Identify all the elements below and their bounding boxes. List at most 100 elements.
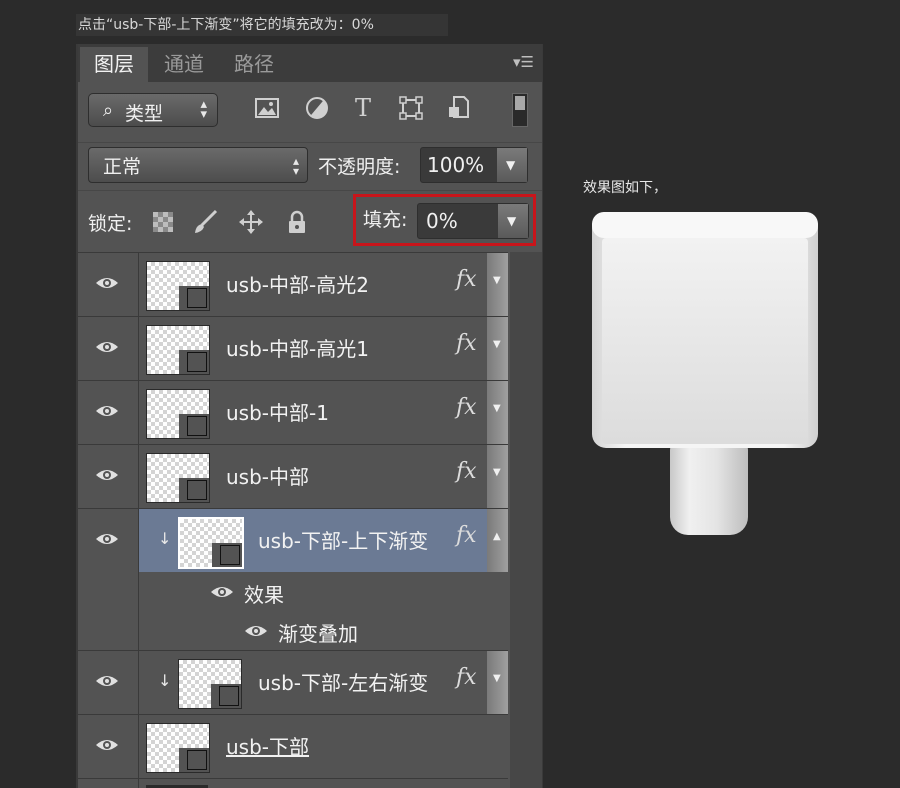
layer-row[interactable]: usb-中部-高光1 fx ▼ xyxy=(78,316,508,380)
lock-all-icon[interactable] xyxy=(284,209,310,235)
layer-name: usb-下部-左右渐变 xyxy=(258,671,429,695)
chevron-up-icon: ▲ xyxy=(493,531,501,542)
opacity-field[interactable]: 100% ▼ xyxy=(420,147,528,183)
visibility-toggle[interactable] xyxy=(78,715,139,778)
chevron-down-icon: ▼ xyxy=(507,214,517,228)
shape-filter-icon[interactable] xyxy=(398,95,424,121)
fx-icon[interactable]: fx xyxy=(456,665,477,690)
filter-toggle-switch[interactable] xyxy=(512,93,528,127)
lock-position-icon[interactable] xyxy=(238,209,264,235)
fill-value: 0% xyxy=(426,209,458,233)
opacity-label: 不透明度: xyxy=(318,156,401,178)
expand-effects-button[interactable]: ▼ xyxy=(487,445,508,508)
expand-effects-button[interactable]: ▼ xyxy=(487,651,508,714)
updown-arrow-icon: ▴ ▾ xyxy=(292,154,299,178)
filter-kind-label: 类型 xyxy=(125,103,164,125)
usb-preview-image xyxy=(592,212,818,535)
chevron-down-icon: ▼ xyxy=(493,275,501,286)
eye-icon[interactable] xyxy=(244,623,268,639)
layer-thumbnail xyxy=(178,517,244,569)
blend-mode-label: 正常 xyxy=(103,156,142,178)
layer-name: usb-中部 xyxy=(226,465,310,489)
visibility-toggle[interactable] xyxy=(78,317,139,380)
smart-object-filter-icon[interactable] xyxy=(446,94,472,120)
layers-panel: 图层 通道 路径 ▾☰ ⌕ 类型 ▴ ▾ T 正常 ▴ ▾ 不透明度: 100%… xyxy=(76,44,543,788)
tab-channels[interactable]: 通道 xyxy=(152,47,216,82)
layer-name: usb-中部-高光1 xyxy=(226,337,369,361)
fill-field[interactable]: 0% ▼ xyxy=(417,203,529,239)
blend-mode-select[interactable]: 正常 ▴ ▾ xyxy=(88,147,308,183)
fill-label: 填充: xyxy=(363,209,408,231)
layer-thumbnail xyxy=(146,453,210,503)
tab-paths[interactable]: 路径 xyxy=(222,47,286,82)
type-filter-icon[interactable]: T xyxy=(350,94,376,120)
search-icon: ⌕ xyxy=(103,100,114,121)
layer-thumbnail xyxy=(146,389,210,439)
effect-item-label: 渐变叠加 xyxy=(278,622,358,646)
preview-label: 效果图如下， xyxy=(583,180,667,196)
instruction-text: 点击“usb-下部-上下渐变”将它的填充改为：0% xyxy=(76,14,448,36)
svg-text:T: T xyxy=(355,94,371,120)
adjustment-filter-icon[interactable] xyxy=(304,95,330,121)
layer-row[interactable]: usb-中部-1 fx ▼ xyxy=(78,380,508,444)
lock-image-icon[interactable] xyxy=(192,209,218,235)
effects-label: 效果 xyxy=(244,583,284,607)
eye-icon xyxy=(96,278,118,288)
fx-icon[interactable]: fx xyxy=(456,331,477,356)
chevron-down-icon: ▼ xyxy=(493,403,501,414)
expand-effects-button[interactable]: ▼ xyxy=(487,317,508,380)
collapse-effects-button[interactable]: ▲ xyxy=(487,509,508,572)
lock-transparent-icon[interactable] xyxy=(150,209,176,235)
fx-icon[interactable]: fx xyxy=(456,267,477,292)
eye-icon xyxy=(96,342,118,352)
fx-icon[interactable]: fx xyxy=(456,395,477,420)
layer-row[interactable]: usb-下部 xyxy=(78,714,508,778)
effects-row[interactable]: 效果 xyxy=(138,572,508,611)
visibility-toggle[interactable] xyxy=(78,779,139,788)
layer-thumbnail xyxy=(146,325,210,375)
eye-icon xyxy=(96,534,118,544)
blend-row: 正常 ▴ ▾ 不透明度: 100% ▼ xyxy=(78,142,542,191)
layer-row[interactable]: usb-中部-高光2 fx ▼ xyxy=(78,252,508,316)
visibility-toggle[interactable] xyxy=(78,445,139,508)
clipping-mask-icon: ↓ xyxy=(158,671,172,690)
shape-layer-icon xyxy=(187,750,207,770)
visibility-toggle[interactable] xyxy=(78,651,139,714)
panel-menu-icon[interactable]: ▾☰ xyxy=(506,52,534,72)
shape-layer-icon xyxy=(187,288,207,308)
eye-icon xyxy=(96,676,118,686)
clipping-mask-icon: ↓ xyxy=(158,529,172,548)
layer-name: usb-中部-高光2 xyxy=(226,273,369,297)
visibility-toggle[interactable] xyxy=(78,253,139,316)
chevron-down-icon: ▼ xyxy=(506,158,516,172)
image-filter-icon[interactable] xyxy=(254,95,280,121)
chevron-down-icon: ▼ xyxy=(493,339,501,350)
layer-row-partial[interactable] xyxy=(78,778,508,788)
visibility-toggle[interactable] xyxy=(78,509,139,572)
chevron-down-icon: ▼ xyxy=(493,467,501,478)
eye-icon xyxy=(96,740,118,750)
eye-icon xyxy=(96,406,118,416)
effect-item-row[interactable]: 渐变叠加 xyxy=(138,611,508,650)
opacity-dropdown-button[interactable]: ▼ xyxy=(497,148,527,182)
tab-layers[interactable]: 图层 xyxy=(80,47,148,82)
shape-layer-icon xyxy=(187,352,207,372)
opacity-value: 100% xyxy=(427,153,485,177)
effects-eye-column xyxy=(78,572,139,650)
expand-effects-button[interactable]: ▼ xyxy=(487,381,508,444)
fill-dropdown-button[interactable]: ▼ xyxy=(498,204,528,238)
lock-row: 锁定: 填充: 0% ▼ xyxy=(78,190,542,253)
layer-name: usb-下部 xyxy=(226,735,310,759)
fx-icon[interactable]: fx xyxy=(456,459,477,484)
eye-icon[interactable] xyxy=(210,584,234,600)
fx-icon[interactable]: fx xyxy=(456,523,477,548)
layers-scrollbar[interactable] xyxy=(510,252,542,788)
layer-thumbnail xyxy=(146,723,210,773)
filter-kind-select[interactable]: ⌕ 类型 ▴ ▾ xyxy=(88,93,218,127)
expand-effects-button[interactable]: ▼ xyxy=(487,253,508,316)
visibility-toggle[interactable] xyxy=(78,381,139,444)
layer-thumbnail xyxy=(146,261,210,311)
layer-row-selected[interactable]: ↓ usb-下部-上下渐变 fx ▲ xyxy=(78,508,508,572)
layer-row[interactable]: usb-中部 fx ▼ xyxy=(78,444,508,508)
layer-row[interactable]: ↓ usb-下部-左右渐变 fx ▼ xyxy=(78,650,508,714)
